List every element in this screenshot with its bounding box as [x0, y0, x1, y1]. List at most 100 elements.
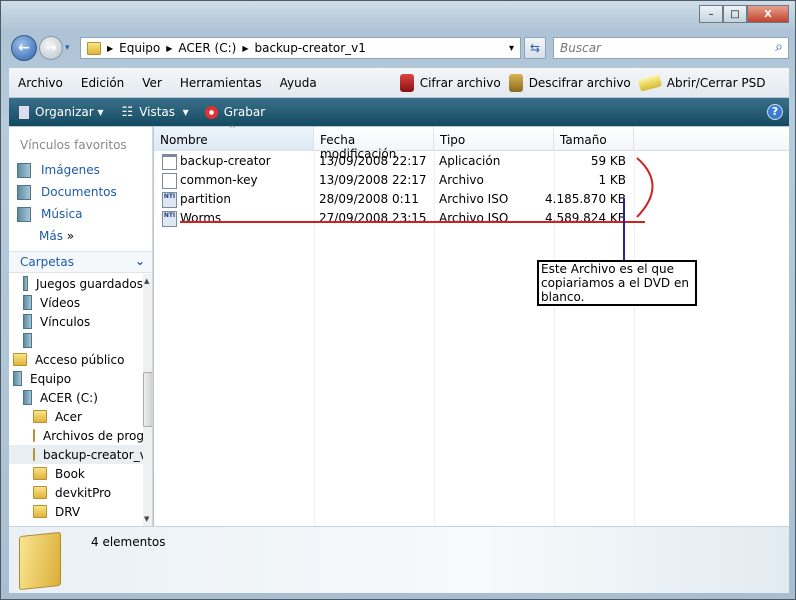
close-button[interactable]: X	[747, 5, 789, 23]
folder-icon	[33, 410, 47, 423]
folder-tree-item[interactable]: Archivos de programa	[9, 426, 143, 445]
breadcrumb-arrow-icon[interactable]: ▶	[107, 44, 113, 53]
folder-tree-item[interactable]: devkitPro	[9, 483, 143, 502]
scrollbar-thumb[interactable]	[143, 372, 152, 427]
double-chevron-icon: »	[66, 229, 75, 243]
folder-tree-item[interactable]: Acer	[9, 407, 143, 426]
lock-icon	[399, 73, 414, 92]
breadcrumb-equipo[interactable]: Equipo	[119, 41, 160, 55]
scroll-up-icon[interactable]: ▲	[144, 277, 149, 285]
column-date[interactable]: Fecha modificación	[314, 127, 434, 161]
organize-icon	[19, 105, 29, 119]
help-button[interactable]: ?	[767, 104, 783, 120]
file-date: 13/09/2008 22:17	[319, 173, 427, 187]
favorites-more-button[interactable]: Más »	[9, 225, 152, 247]
special-folder-icon	[13, 371, 22, 386]
folder-label: Acceso público	[35, 352, 125, 367]
favorite-label: Imágenes	[41, 163, 100, 177]
sort-ascending-icon: ^	[229, 124, 236, 133]
folder-tree-scrollbar[interactable]: ▲ ▼	[143, 274, 152, 526]
search-input[interactable]: Buscar ⌕	[553, 37, 789, 59]
folder-label: DRV	[55, 504, 81, 519]
navigation-buttons: ← → ▾	[11, 35, 70, 61]
minimize-button[interactable]: –	[699, 5, 723, 23]
column-headers: Nombre ^ Fecha modificación Tipo Tamaño	[154, 124, 789, 161]
folder-tree-item[interactable]: Juegos guardados	[9, 274, 143, 293]
folder-tree-item[interactable]: Vídeos	[9, 293, 143, 312]
search-icon[interactable]: ⌕	[775, 39, 783, 55]
organize-button[interactable]: Organizar ▾	[19, 105, 104, 119]
folder-tree-item[interactable]: Book	[9, 464, 143, 483]
back-button[interactable]: ←	[11, 35, 37, 61]
folder-label: Archivos de programa	[43, 428, 143, 443]
recent-pages-dropdown-icon[interactable]: ▾	[65, 43, 70, 53]
views-icon: ☷	[121, 104, 134, 120]
folder-icon	[33, 486, 47, 499]
breadcrumb-folder[interactable]: backup-creator_v1	[254, 41, 365, 55]
file-row[interactable]: common-key 13/09/2008 22:17 Archivo 1 KB	[154, 171, 634, 190]
file-row[interactable]: NTI Worms 27/09/2008 23:15 Archivo ISO 4.589…	[154, 209, 634, 228]
menu-archivo[interactable]: Archivo	[9, 76, 72, 90]
folder-tree-item[interactable]: Equipo	[9, 369, 143, 388]
file-type: Archivo ISO	[439, 211, 509, 225]
favorite-documents[interactable]: Documentos	[9, 181, 152, 203]
forward-button[interactable]: →	[39, 36, 63, 60]
column-size[interactable]: Tamaño	[554, 127, 634, 151]
column-name[interactable]: Nombre ^	[154, 124, 314, 151]
refresh-button[interactable]: ⇆	[524, 37, 546, 59]
special-folder-icon	[23, 295, 32, 310]
folder-label: Book	[55, 466, 85, 481]
file-row[interactable]: backup-creator 13/09/2008 22:17 Aplicación…	[154, 152, 634, 171]
views-label: Vistas	[139, 105, 176, 119]
documents-icon	[17, 184, 31, 200]
menu-ver[interactable]: Ver	[133, 76, 171, 90]
eject-psd-button[interactable]: Abrir/Cerrar PSD	[637, 73, 765, 92]
favorite-label: Documentos	[41, 185, 117, 199]
navigation-pane: Vínculos favoritos Imágenes Documentos M…	[9, 127, 153, 526]
column-type[interactable]: Tipo	[434, 127, 554, 151]
file-size: 4.185.870 KB	[545, 192, 626, 206]
breadcrumb-drive[interactable]: ACER (C:)	[178, 41, 236, 55]
file-row[interactable]: NTI partition 28/09/2008 0:11 Archivo ISO 4.…	[154, 190, 634, 209]
file-type: Aplicación	[439, 154, 501, 168]
file-date: 13/09/2008 22:17	[319, 154, 427, 168]
menu-edicion[interactable]: Edición	[72, 76, 133, 90]
folder-icon	[33, 448, 35, 461]
folders-header[interactable]: Carpetas ⌄	[9, 251, 152, 273]
column-name-label: Nombre	[160, 133, 208, 147]
burn-button[interactable]: Grabar	[204, 105, 265, 119]
address-bar[interactable]: ▶ Equipo ▶ ACER (C:) ▶ backup-creator_v1 ▾	[80, 37, 521, 59]
views-button[interactable]: ☷ Vistas ▾	[122, 105, 189, 120]
menu-ayuda[interactable]: Ayuda	[271, 76, 326, 90]
folder-tree-item[interactable]: Acceso público	[9, 350, 143, 369]
folders-heading: Carpetas	[20, 255, 74, 269]
favorite-images[interactable]: Imágenes	[9, 159, 152, 181]
encrypt-file-button[interactable]: Cifrar archivo	[399, 73, 501, 92]
menu-herramientas[interactable]: Herramientas	[171, 76, 271, 90]
search-placeholder: Buscar	[560, 41, 601, 55]
dropdown-caret-icon: ▾	[97, 105, 104, 119]
folder-tree-item[interactable]	[9, 331, 143, 350]
folder-tree-item[interactable]: backup-creator_v1	[9, 445, 143, 464]
breadcrumb-arrow-icon[interactable]: ▶	[166, 44, 172, 53]
special-folder-icon	[23, 314, 32, 329]
favorite-music[interactable]: Música	[9, 203, 152, 225]
file-icon	[162, 173, 177, 189]
folder-tree: Juegos guardados Vídeos Vínculos Acceso púb…	[9, 274, 143, 521]
folder-tree-item[interactable]: DRV	[9, 502, 143, 521]
address-dropdown-icon[interactable]: ▾	[509, 43, 514, 54]
file-date: 28/09/2008 0:11	[319, 192, 419, 206]
file-size: 59 KB	[590, 154, 626, 168]
decrypt-file-button[interactable]: Descifrar archivo	[508, 73, 631, 92]
folder-tree-item[interactable]: Vínculos	[9, 312, 143, 331]
folder-icon	[33, 505, 47, 518]
file-date: 27/09/2008 23:15	[319, 211, 427, 225]
maximize-button[interactable]: □	[723, 5, 747, 23]
scroll-down-icon[interactable]: ▼	[144, 515, 149, 523]
special-folder-icon	[23, 276, 28, 291]
chevron-down-icon[interactable]: ⌄	[135, 254, 145, 268]
more-label: Más	[39, 229, 63, 243]
decrypt-label: Descifrar archivo	[528, 75, 631, 90]
breadcrumb-arrow-icon[interactable]: ▶	[242, 44, 248, 53]
folder-tree-item[interactable]: ACER (C:)	[9, 388, 143, 407]
